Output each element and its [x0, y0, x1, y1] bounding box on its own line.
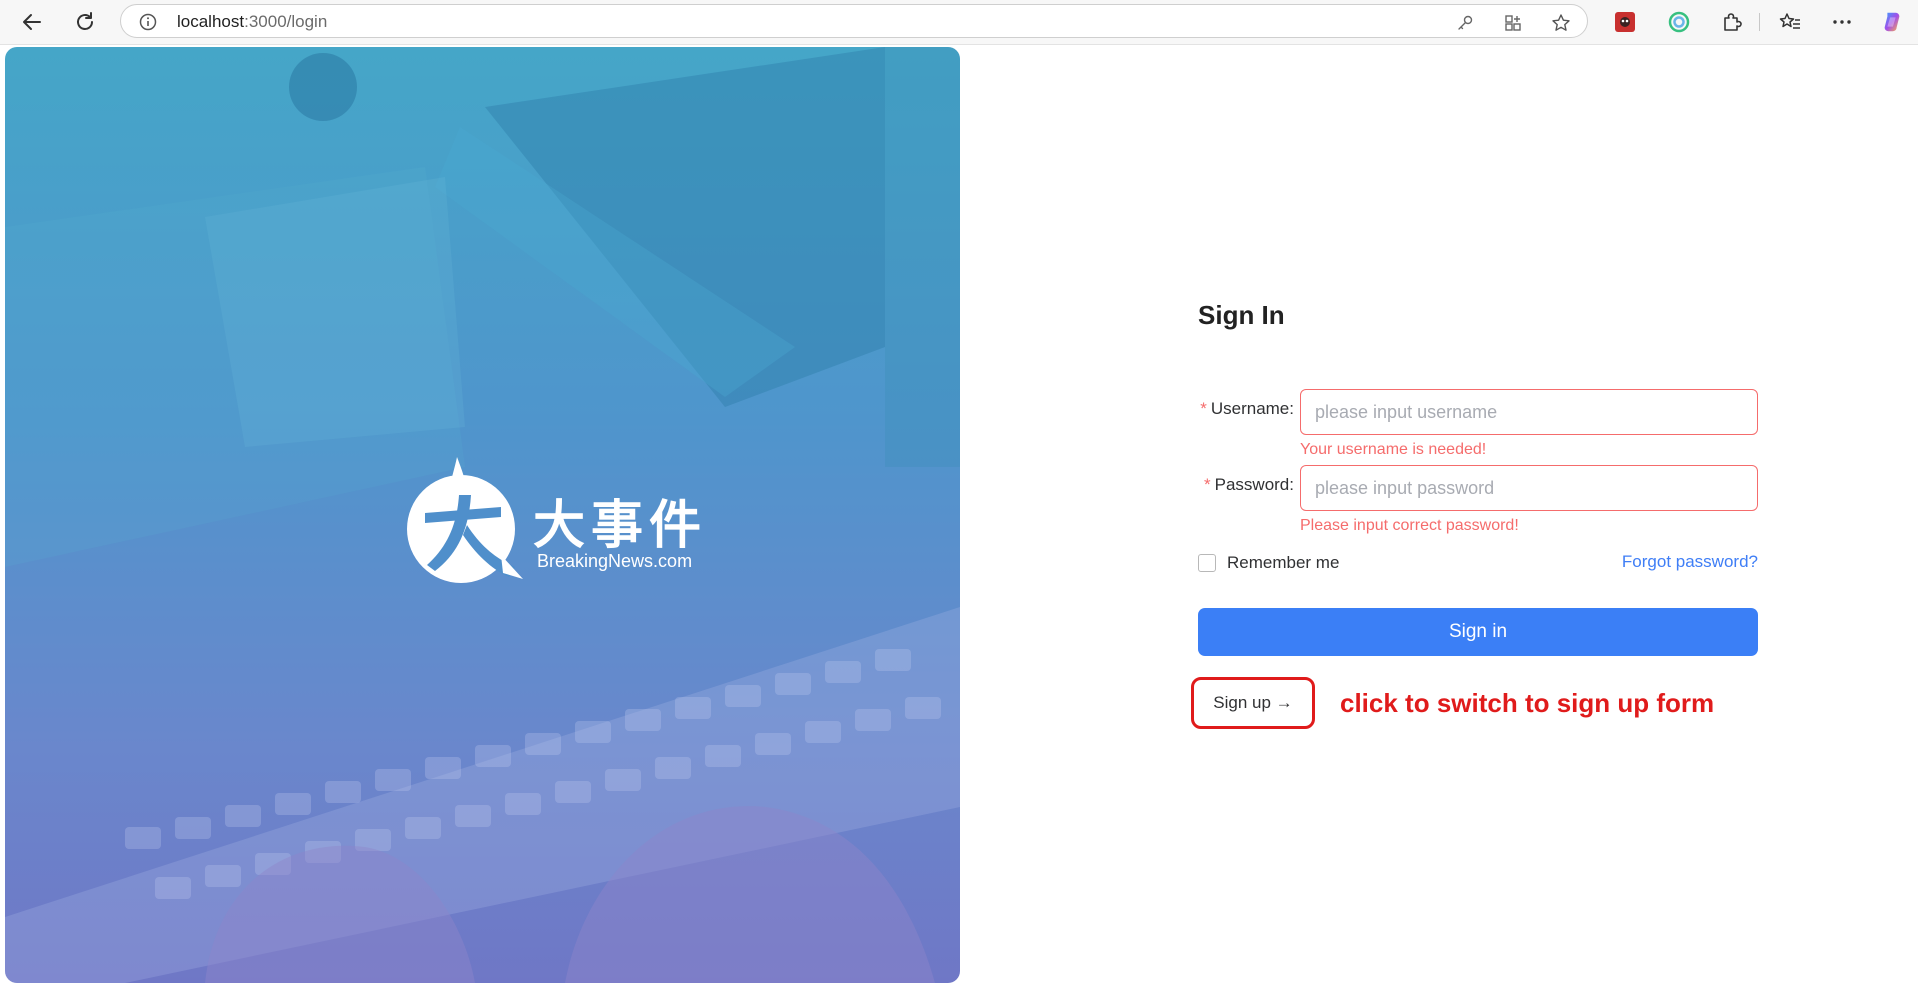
refresh-icon[interactable] — [73, 10, 97, 34]
info-icon[interactable] — [139, 13, 157, 36]
extensions-puzzle-icon[interactable] — [1720, 10, 1744, 34]
logo-chinese-text: 大事件 — [533, 495, 708, 556]
forgot-password-link[interactable]: Forgot password? — [1622, 552, 1758, 572]
signin-button[interactable]: Sign in — [1198, 608, 1758, 656]
url-path: :3000/login — [244, 12, 328, 31]
username-label-text: Username — [1210, 399, 1290, 418]
back-arrow-icon[interactable] — [20, 10, 44, 34]
password-field[interactable] — [1300, 465, 1758, 511]
logo-domain-text: BreakingNews.com — [537, 551, 693, 571]
username-field[interactable] — [1300, 389, 1758, 435]
password-label: * Password: — [1198, 475, 1294, 495]
required-star: * — [1200, 399, 1207, 418]
app-available-icon[interactable] — [1503, 13, 1523, 33]
password-error: Please input correct password! — [1300, 517, 1519, 534]
address-bar[interactable]: localhost:3000/login — [120, 4, 1588, 38]
key-icon[interactable] — [1455, 13, 1475, 33]
label-colon: : — [1289, 399, 1294, 418]
form-title: Sign In — [1198, 300, 1285, 330]
annotation-text: click to switch to sign up form — [1340, 688, 1715, 718]
extension-red-icon[interactable] — [1613, 10, 1637, 34]
password-input[interactable] — [1301, 466, 1757, 510]
copilot-icon[interactable] — [1880, 10, 1904, 34]
url-text: localhost:3000/login — [177, 12, 327, 32]
remember-label: Remember me — [1227, 553, 1340, 572]
url-host: localhost — [177, 12, 245, 31]
breakingnews-logo: 大事件 BreakingNews.com — [405, 455, 705, 585]
more-options-icon[interactable] — [1830, 10, 1854, 34]
username-input[interactable] — [1301, 390, 1757, 434]
label-colon: : — [1289, 475, 1294, 494]
required-star: * — [1204, 475, 1211, 494]
username-error: Your username is needed! — [1300, 441, 1487, 458]
favorite-star-icon[interactable] — [1551, 13, 1571, 33]
hero-image-panel: 大事件 BreakingNews.com — [5, 47, 960, 983]
remember-me[interactable]: Remember me — [1198, 552, 1339, 574]
logo-mark-icon — [407, 457, 523, 583]
password-label-text: Password — [1214, 475, 1290, 494]
remember-checkbox[interactable] — [1198, 554, 1216, 572]
toolbar-divider — [1759, 13, 1760, 31]
extension-green-icon[interactable] — [1667, 10, 1691, 34]
signup-highlight-box: Sign up → — [1191, 677, 1315, 729]
browser-toolbar: localhost:3000/login — [0, 0, 1918, 45]
signup-button[interactable]: Sign up → — [1200, 685, 1306, 721]
username-label: * Username: — [1198, 399, 1294, 419]
favorites-icon[interactable] — [1778, 10, 1802, 34]
